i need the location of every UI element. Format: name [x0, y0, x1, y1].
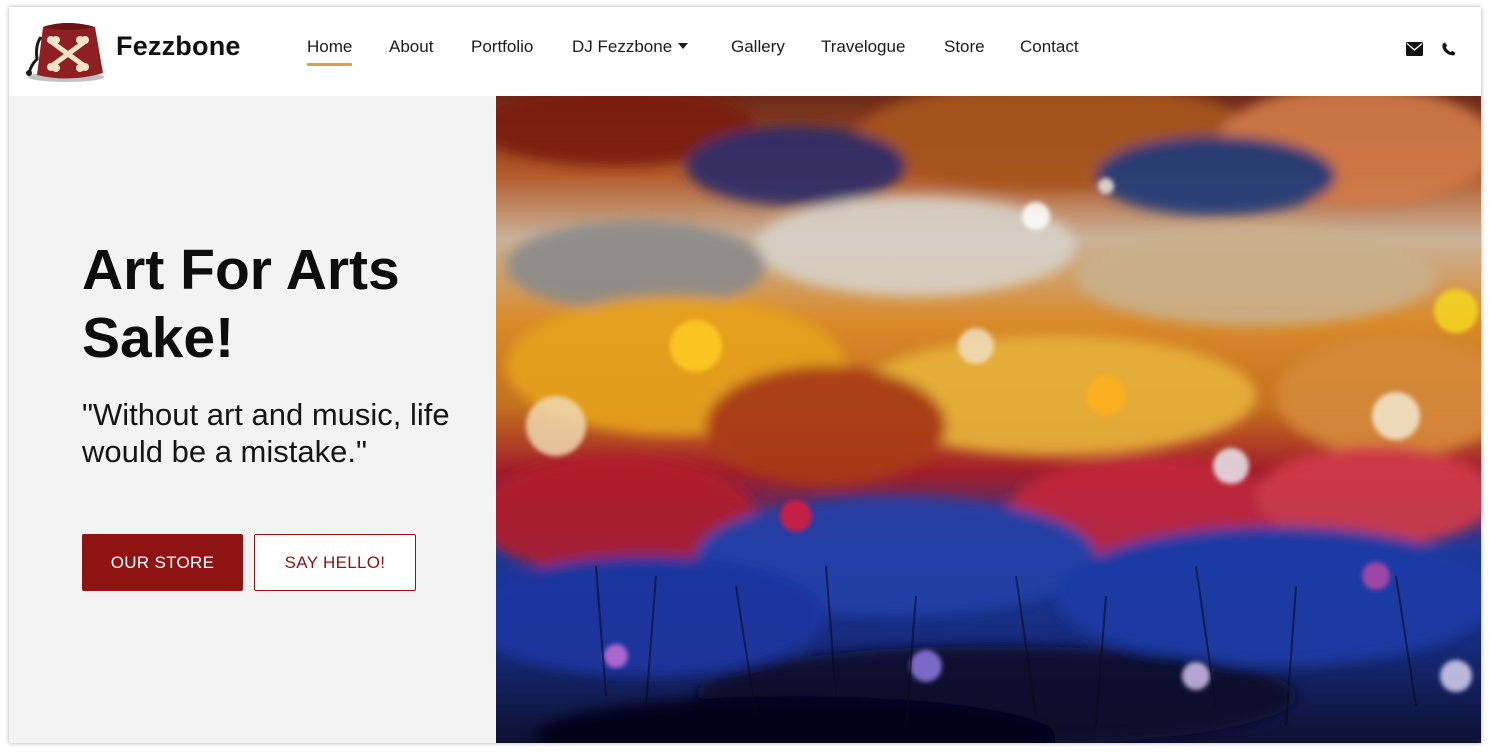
caret-down-icon: [678, 43, 689, 49]
nav-item-dj-fezzbone[interactable]: DJ Fezzbone: [572, 37, 689, 57]
nav-item-contact[interactable]: Contact: [1020, 37, 1079, 57]
nav-item-about[interactable]: About: [389, 37, 433, 57]
nav-item-store[interactable]: Store: [944, 37, 985, 57]
say-hello-button[interactable]: SAY HELLO!: [254, 534, 416, 591]
hero-quote: "Without art and music, life would be a …: [82, 397, 450, 469]
site-header: Fezzbone Home About Portfolio DJ Fezzbon…: [9, 7, 1481, 96]
our-store-button[interactable]: OUR STORE: [82, 534, 243, 591]
envelope-icon[interactable]: [1406, 42, 1423, 56]
nav-item-home[interactable]: Home: [307, 37, 353, 66]
nav-item-dj-fezzbone-label: DJ Fezzbone: [572, 37, 673, 56]
hero-text-panel: Art For Arts Sake! "Without art and musi…: [9, 96, 496, 743]
fez-logo-icon[interactable]: [25, 15, 107, 83]
phone-icon[interactable]: [1442, 42, 1456, 56]
hero-title: Art For Arts Sake!: [82, 238, 400, 370]
nav-item-travelogue[interactable]: Travelogue: [821, 37, 905, 57]
browser-page: Fezzbone Home About Portfolio DJ Fezzbon…: [9, 7, 1481, 743]
nav-item-gallery[interactable]: Gallery: [731, 37, 785, 57]
hero-abstract-painting: [496, 96, 1481, 743]
nav-item-portfolio[interactable]: Portfolio: [471, 37, 533, 57]
site-brand-name[interactable]: Fezzbone: [116, 31, 241, 62]
